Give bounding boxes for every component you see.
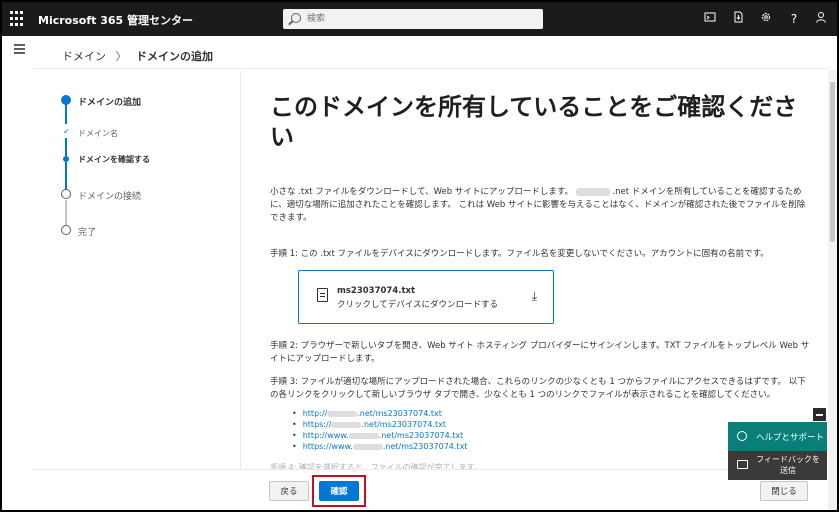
step-active-icon	[61, 95, 71, 105]
close-button[interactable]: 閉じる	[760, 481, 808, 501]
breadcrumb-current: ドメインの追加	[136, 50, 213, 63]
help-support-icon	[737, 431, 747, 441]
terminal-icon[interactable]	[702, 11, 718, 27]
step-domain-name: ドメイン名	[78, 129, 118, 138]
step3-text: 手順 3: ファイルが適切な場所にアップロードされた場合、これらのリンクの少なく…	[270, 377, 806, 400]
user-icon[interactable]	[813, 11, 829, 27]
app-launcher-icon[interactable]	[10, 11, 26, 27]
main-content: このドメインを所有していることをご確認ください 小さな .txt ファイルをダウ…	[242, 70, 827, 470]
breadcrumb-parent[interactable]: ドメイン	[62, 50, 106, 63]
step-pending-icon	[61, 189, 71, 199]
feedback-icon	[737, 460, 748, 469]
wizard-steps: ドメインの追加 ✓ ドメイン名 ドメインを確認する ドメインの接続 完了	[58, 92, 228, 242]
step-connector	[65, 138, 67, 156]
confirm-highlight-box	[312, 475, 366, 507]
step-connect-domain: ドメインの接続	[78, 192, 142, 202]
verification-link[interactable]: https://.net/ms23037074.txt	[292, 419, 467, 430]
step1-text: 手順 1: この .txt ファイルをデバイスにダウンロードします。ファイル名を…	[270, 249, 769, 259]
step-verify-domain: ドメインを確認する	[78, 155, 150, 164]
verification-links: http://.net/ms23037074.txt https://.net/…	[292, 408, 468, 452]
verification-link[interactable]: http://.net/ms23037074.txt	[292, 408, 467, 419]
breadcrumb: ドメイン 〉 ドメインの追加	[62, 48, 213, 64]
intro-text: 小さな .txt ファイルをダウンロードして、Web サイトにアップロードします…	[270, 186, 810, 225]
file-icon	[317, 288, 328, 302]
redacted-domain	[575, 187, 610, 196]
check-icon: ✓	[63, 127, 70, 136]
download-hint: クリックしてデバイスにダウンロードする	[337, 300, 498, 310]
step2-text: 手順 2: ブラウザーで新しいタブを開き、Web サイト ホスティング プロバイ…	[270, 341, 810, 364]
step-pending-icon	[61, 225, 71, 235]
file-name: ms23037074.txt	[337, 286, 416, 296]
back-button[interactable]: 戻る	[269, 481, 309, 501]
feedback-button[interactable]: フィードバックを送信	[728, 451, 827, 480]
search-input[interactable]	[307, 11, 527, 27]
feedback-label: フィードバックを送信	[756, 455, 820, 475]
breadcrumb-separator: 〉	[115, 50, 127, 63]
download-app-icon[interactable]	[730, 11, 746, 27]
download-icon: ⤓	[531, 289, 537, 303]
top-bar: Microsoft 365 管理センター ?	[2, 2, 837, 36]
menu-icon[interactable]	[14, 44, 26, 54]
step-add-domain: ドメインの追加	[78, 98, 142, 108]
verification-link[interactable]: https://www..net/ms23037074.txt	[292, 441, 468, 452]
step-connector	[65, 200, 67, 226]
step-finish: 完了	[78, 228, 97, 238]
download-file-card[interactable]: ms23037074.txt クリックしてデバイスにダウンロードする ⤓	[298, 270, 554, 324]
header-divider	[34, 68, 829, 69]
minimize-icon[interactable]	[813, 408, 826, 421]
intro-text-part1: 小さな .txt ファイルをダウンロードして、Web サイトにアップロードします…	[270, 187, 574, 197]
help-support-label: ヘルプとサポート	[756, 433, 825, 443]
app-window: Microsoft 365 管理センター ? ドメイン 〉 ドメインの追加	[0, 0, 839, 512]
search-box[interactable]	[283, 9, 543, 29]
page-title: このドメインを所有していることをご確認ください	[270, 93, 798, 151]
step-current-icon	[63, 156, 69, 162]
step-connector	[65, 102, 67, 124]
verification-link[interactable]: http://www..net/ms23037074.txt	[292, 430, 467, 441]
step-connector	[65, 162, 67, 190]
gear-icon[interactable]	[758, 11, 774, 27]
search-icon	[291, 13, 301, 23]
help-support-button[interactable]: ヘルプとサポート	[728, 422, 827, 451]
help-icon[interactable]: ?	[786, 11, 802, 27]
app-title[interactable]: Microsoft 365 管理センター	[38, 12, 193, 28]
scrollbar-thumb[interactable]	[830, 82, 835, 242]
panel-divider	[240, 70, 241, 470]
footer-divider	[34, 469, 829, 470]
